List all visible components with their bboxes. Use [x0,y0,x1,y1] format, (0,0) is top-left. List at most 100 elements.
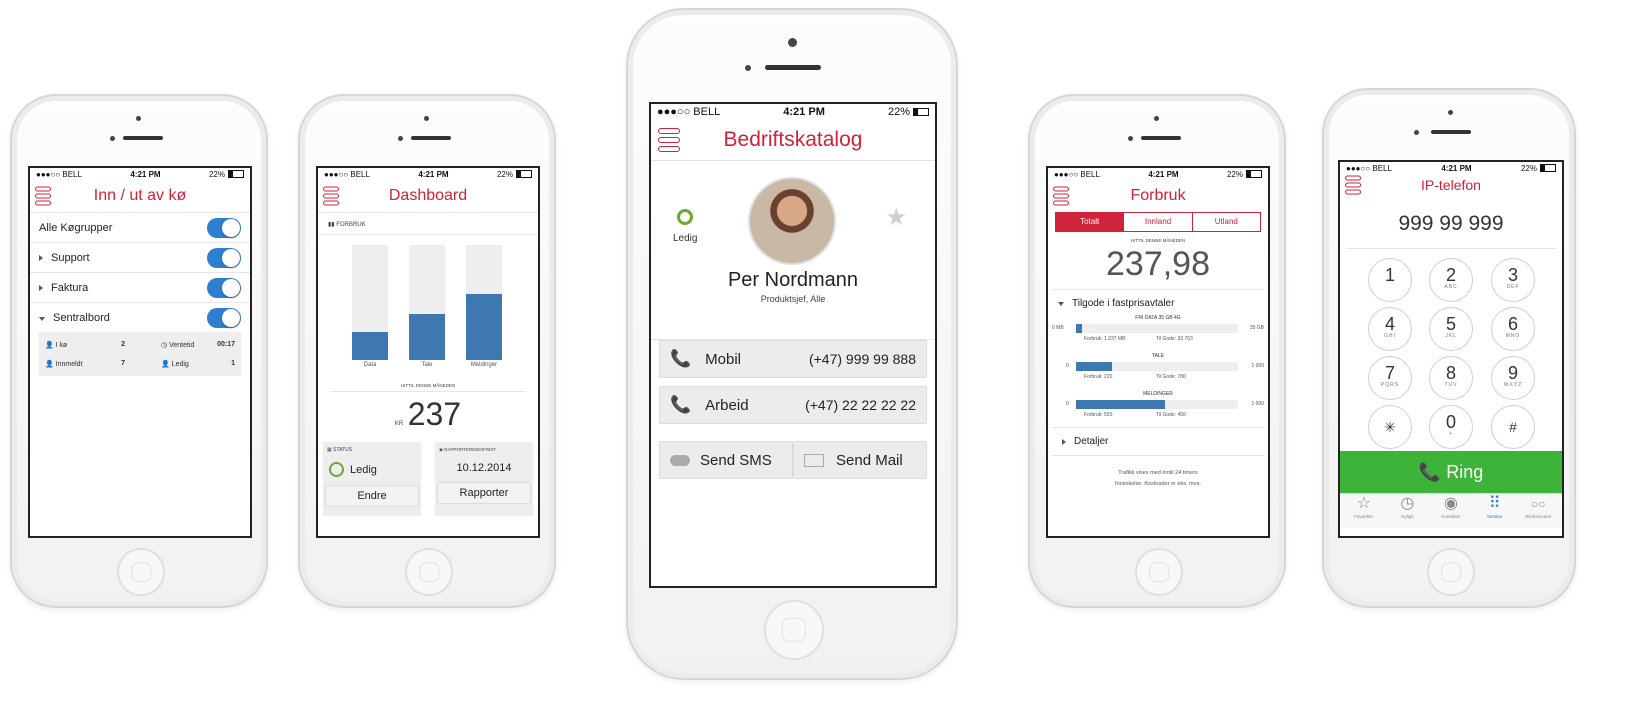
key-0[interactable]: 0 + [1429,405,1473,449]
tab-tastatur[interactable]: ⠿ Tastatur [1473,494,1517,528]
meter-min: 0 [1066,401,1069,407]
nav-bar: Inn / ut av kø [30,180,250,213]
queue-toggle[interactable] [207,217,241,238]
meter-left: Til Gode: 780 [1156,374,1186,380]
battery: 22% [888,106,929,118]
key-5[interactable]: 5 JKL [1429,307,1473,351]
menu-icon[interactable] [35,185,51,208]
tab-telefonsvarer[interactable]: ○○ Telefonsvarer [1516,494,1560,528]
section-label: Tilgode i fastprisavtaler [1072,298,1175,309]
home-button [405,548,453,596]
home-button [1135,548,1183,596]
stat-value: 00:17 [217,340,235,348]
contact-actions: 📞 Mobil (+47) 999 99 888 📞 Arbeid (+47) 22… [651,340,935,479]
stat-label: Ventetid [169,341,195,349]
meter-track [1076,362,1238,371]
tab-kontakter[interactable]: ◉ Kontakter [1429,494,1473,528]
front-camera [398,136,403,141]
queue-label: Faktura [51,281,89,294]
tab-nylige[interactable]: ◷ Nylige [1386,494,1430,528]
phone-icon: 📞 [1418,462,1442,482]
work-number: (+47) 22 22 22 22 [805,397,916,413]
menu-icon[interactable] [323,185,339,208]
queue-row-sentralbord[interactable]: Sentralbord [30,303,250,332]
profile-header: Ledig ★ Per Nordmann Produktsjef, Alle [651,161,935,340]
meter-max: 35 GB [1249,325,1264,331]
screen: ●●●○○ BELL 4:21 PM 22% IP-telefon 999 99… [1338,160,1564,538]
meter: MELDINGER 0 1 000 Forbruk: 550 Til Gode:… [1052,389,1264,428]
footnote-line: forsinkelse. Kostnader er eks. mva. [1115,481,1201,487]
section-header: ▮▮ FORBRUK [318,213,538,235]
phone-ip-telephone: ●●●○○ BELL 4:21 PM 22% IP-telefon 999 99… [1322,88,1576,608]
allowance-section[interactable]: Tilgode i fastprisavtaler [1048,290,1268,313]
camera-dot [1448,110,1453,115]
menu-icon[interactable] [1053,185,1069,208]
key-2[interactable]: 2 ABC [1429,258,1473,302]
clock: 4:21 PM [130,169,161,179]
send-mail-button[interactable]: Send Mail [793,441,927,479]
ring-button[interactable]: 📞 Ring [1340,451,1562,493]
queue-row-support[interactable]: Support [30,243,250,273]
clock: 4:21 PM [418,169,449,179]
meter-track [1076,324,1238,333]
call-mobile-button[interactable]: 📞 Mobil (+47) 999 99 888 [659,340,927,378]
details-row[interactable]: Detaljer [1052,428,1264,456]
meter-title: MELDINGER [1143,391,1173,397]
usage-bar [352,245,388,360]
queue-row-faktura[interactable]: Faktura [30,273,250,303]
speaker [123,136,163,140]
queue-label: Alle Køgrupper [39,221,113,234]
tab-innland[interactable]: Innland [1123,213,1191,231]
meter-left: Til Gode: 33 763 [1156,336,1193,342]
queue-toggle[interactable] [207,277,241,298]
key-3[interactable]: 3 DEF [1491,258,1535,302]
menu-icon[interactable] [1345,174,1361,197]
call-work-button[interactable]: 📞 Arbeid (+47) 22 22 22 22 [659,386,927,424]
speaker [1141,136,1181,140]
details-label: Detaljer [1074,436,1109,447]
contacts-icon: ◉ [1444,495,1458,512]
amount-row: KR 237 [318,396,538,434]
queue-toggle[interactable] [207,247,241,268]
change-status-button[interactable]: Endre [325,485,419,507]
queue-label: Support [51,251,90,264]
key-star[interactable]: ✳ [1368,405,1412,449]
meter-track [1076,400,1238,409]
mobile-number: (+47) 999 99 888 [808,351,916,367]
queue-toggle[interactable] [207,307,241,328]
expand-icon [39,254,43,261]
key-8[interactable]: 8 TUV [1429,356,1473,400]
camera-dot [136,116,141,121]
footnote-line: Trafikk vises med inntil 24 timers [1118,470,1198,476]
tab-favoritter[interactable]: ☆ Favoritter [1342,494,1386,528]
status-bar: ●●●○○ BELL 4:21 PM 22% [1048,168,1268,180]
key-4[interactable]: 4 GHI [1368,307,1412,351]
usage-bar [409,245,445,360]
key-hash[interactable]: # [1491,405,1535,449]
screen: ●●●○○ BELL 4:21 PM 22% Inn / ut av kø Al… [28,166,252,538]
bar-label: Meldinger [470,362,498,368]
send-sms-button[interactable]: Send SMS [659,441,793,479]
key-7[interactable]: 7 PQRS [1368,356,1412,400]
favorite-star-icon[interactable]: ★ [885,203,907,232]
meter-title: TALE [1151,353,1165,359]
meter: FRI DATA 35 GB 4G 0 MB 35 GB Forbruk: 1 … [1048,313,1268,351]
report-button[interactable]: Rapporter [437,482,531,504]
dialed-number: 999 99 999 [1346,196,1556,249]
speaker [411,136,451,140]
menu-icon[interactable] [658,125,680,155]
home-button [1427,548,1475,596]
meter: TALE 0 1 000 Forbruk: 220 Til Gode: 780 [1048,351,1268,389]
front-camera [110,136,115,141]
key-1[interactable]: 1 [1368,258,1412,302]
page-title: Dashboard [388,187,468,204]
tab-totalt[interactable]: Totalt [1056,213,1124,231]
tab-utland[interactable]: Utland [1191,213,1260,231]
presence-label: Ledig [673,233,698,244]
nav-bar: Dashboard [318,180,538,213]
key-9[interactable]: 9 WXYZ [1491,356,1535,400]
person-icon: 👤 [161,360,170,368]
key-6[interactable]: 6 MNO [1491,307,1535,351]
home-button [764,600,824,660]
carrier: ●●●○○ BELL [1054,169,1100,179]
